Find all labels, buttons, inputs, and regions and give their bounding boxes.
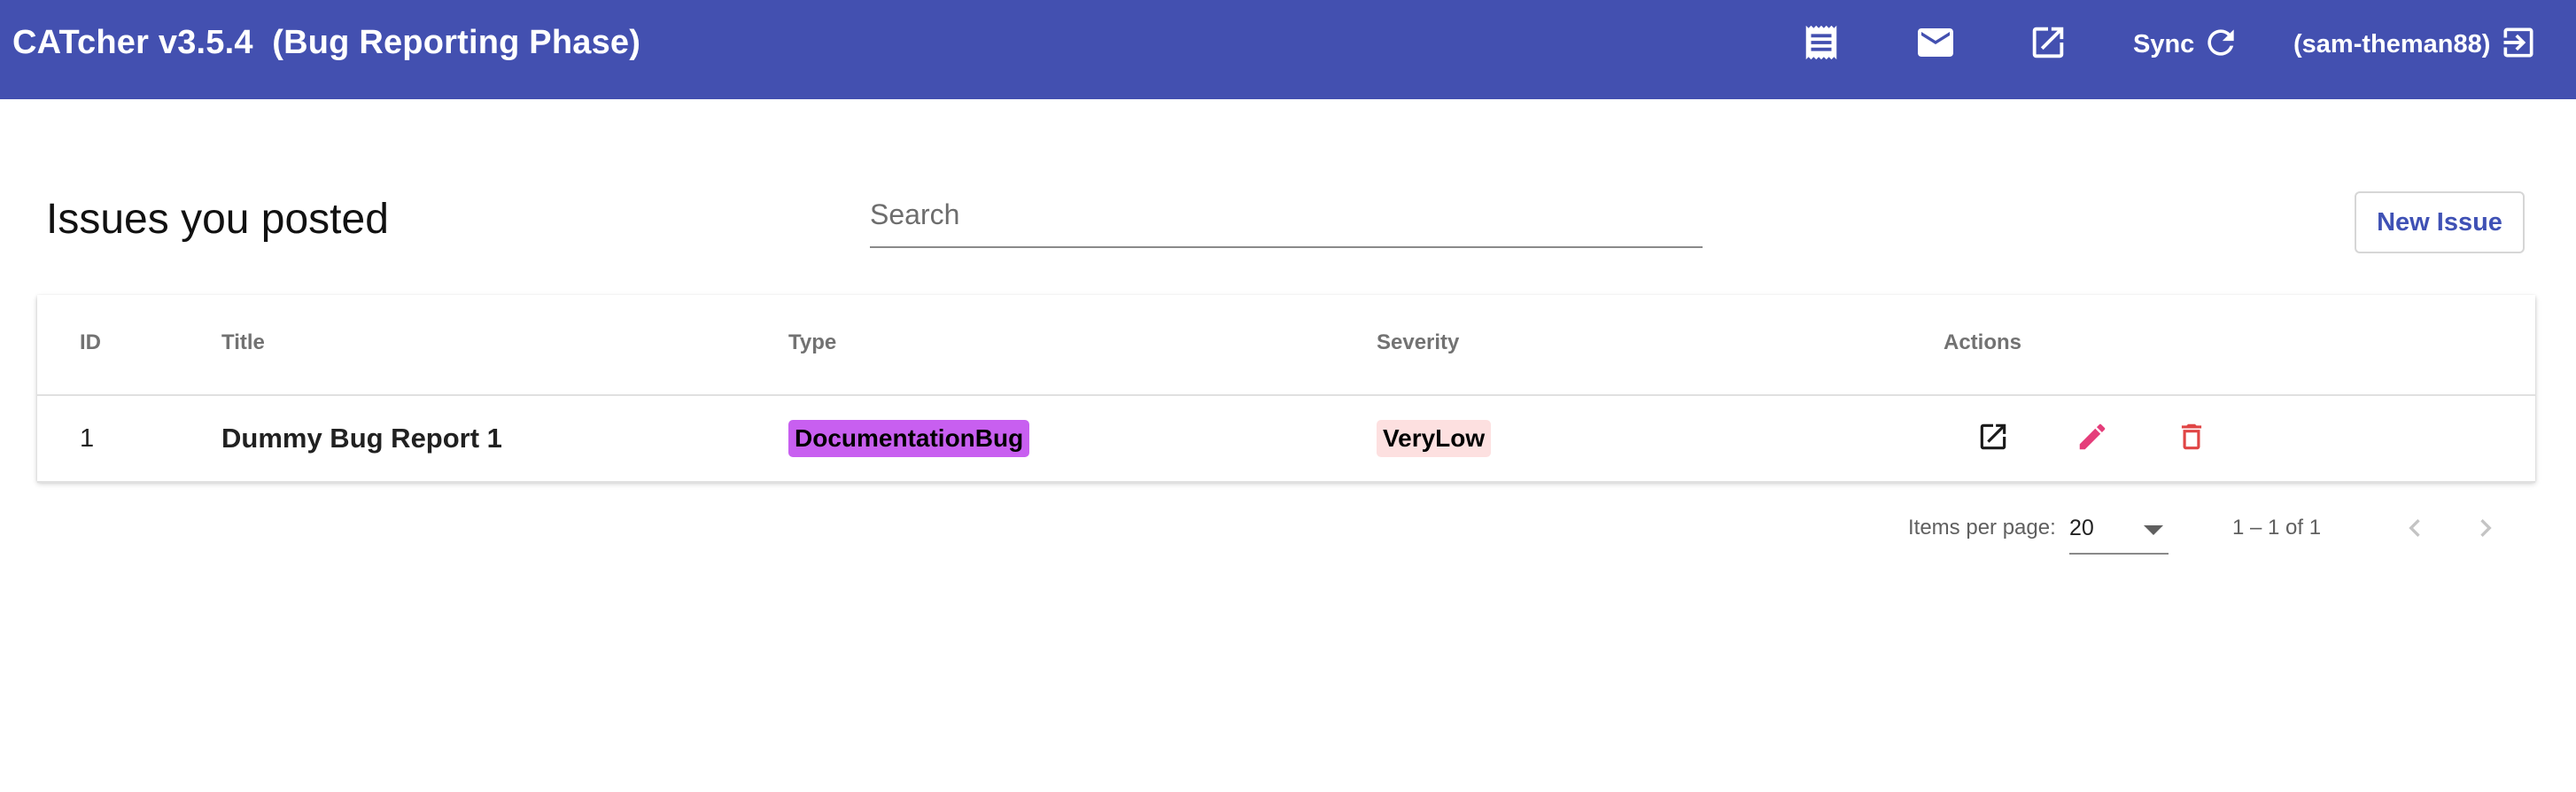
column-header-severity[interactable]: Severity <box>1377 330 1459 355</box>
previous-page-button[interactable] <box>2390 505 2440 555</box>
issues-table: ID Title Type Severity Actions 1 Dummy B… <box>37 295 2535 483</box>
receipt-icon <box>1801 22 1842 67</box>
receipt-button[interactable] <box>1801 19 1842 69</box>
next-page-button[interactable] <box>2461 505 2510 555</box>
top-toolbar: CATcher v3.5.4 (Bug Reporting Phase) Syn… <box>0 0 2576 99</box>
column-header-type[interactable]: Type <box>788 330 836 355</box>
paginator: Items per page: 20 1 – 1 of 1 <box>0 496 2576 567</box>
sync-label: Sync <box>2133 29 2195 58</box>
view-issue-button[interactable] <box>1970 415 2016 462</box>
severity-label: VeryLow <box>1377 420 1492 457</box>
items-per-page-label: Items per page: <box>1908 516 2056 540</box>
type-label: DocumentationBug <box>788 420 1030 457</box>
open-in-new-icon <box>2028 22 2068 67</box>
table-header-row: ID Title Type Severity Actions <box>37 295 2535 396</box>
items-per-page-value: 20 <box>2069 516 2094 540</box>
new-issue-button[interactable]: New Issue <box>2355 191 2525 253</box>
column-header-actions: Actions <box>1944 330 2022 354</box>
page-range-label: 1 – 1 of 1 <box>2232 516 2322 540</box>
issue-title[interactable]: Dummy Bug Report 1 <box>221 396 502 481</box>
logout-icon <box>2499 23 2538 66</box>
column-header-id[interactable]: ID <box>80 330 101 355</box>
search-input[interactable] <box>870 188 1703 241</box>
issue-id: 1 <box>80 423 95 453</box>
user-logout-button[interactable]: (sam-theman88) <box>2293 19 2538 69</box>
table-row[interactable]: 1 Dummy Bug Report 1 DocumentationBug Ve… <box>37 396 2535 483</box>
app-title: CATcher v3.5.4 (Bug Reporting Phase) <box>12 24 641 61</box>
delete-icon <box>2175 420 2208 458</box>
refresh-icon <box>2201 23 2240 66</box>
items-per-page-select[interactable]: 20 <box>2069 509 2169 555</box>
open-in-new-icon <box>1976 420 2010 458</box>
user-label: (sam-theman88) <box>2293 29 2491 58</box>
open-external-button[interactable] <box>2028 19 2068 69</box>
chevron-left-icon <box>2397 510 2432 550</box>
mail-button[interactable] <box>1914 19 1957 69</box>
column-header-title[interactable]: Title <box>221 330 265 355</box>
delete-issue-button[interactable] <box>2169 415 2215 462</box>
page-title: Issues you posted <box>46 196 389 243</box>
edit-issue-button[interactable] <box>2069 415 2115 462</box>
dropdown-arrow-icon <box>2144 524 2163 540</box>
chevron-right-icon <box>2468 510 2503 550</box>
mail-icon <box>1914 21 1957 68</box>
issue-type-cell: DocumentationBug <box>788 396 1030 481</box>
search-field[interactable] <box>870 188 1703 248</box>
edit-icon <box>2076 420 2109 458</box>
issue-severity-cell: VeryLow <box>1377 396 1492 481</box>
sync-button[interactable]: Sync <box>2133 19 2240 69</box>
